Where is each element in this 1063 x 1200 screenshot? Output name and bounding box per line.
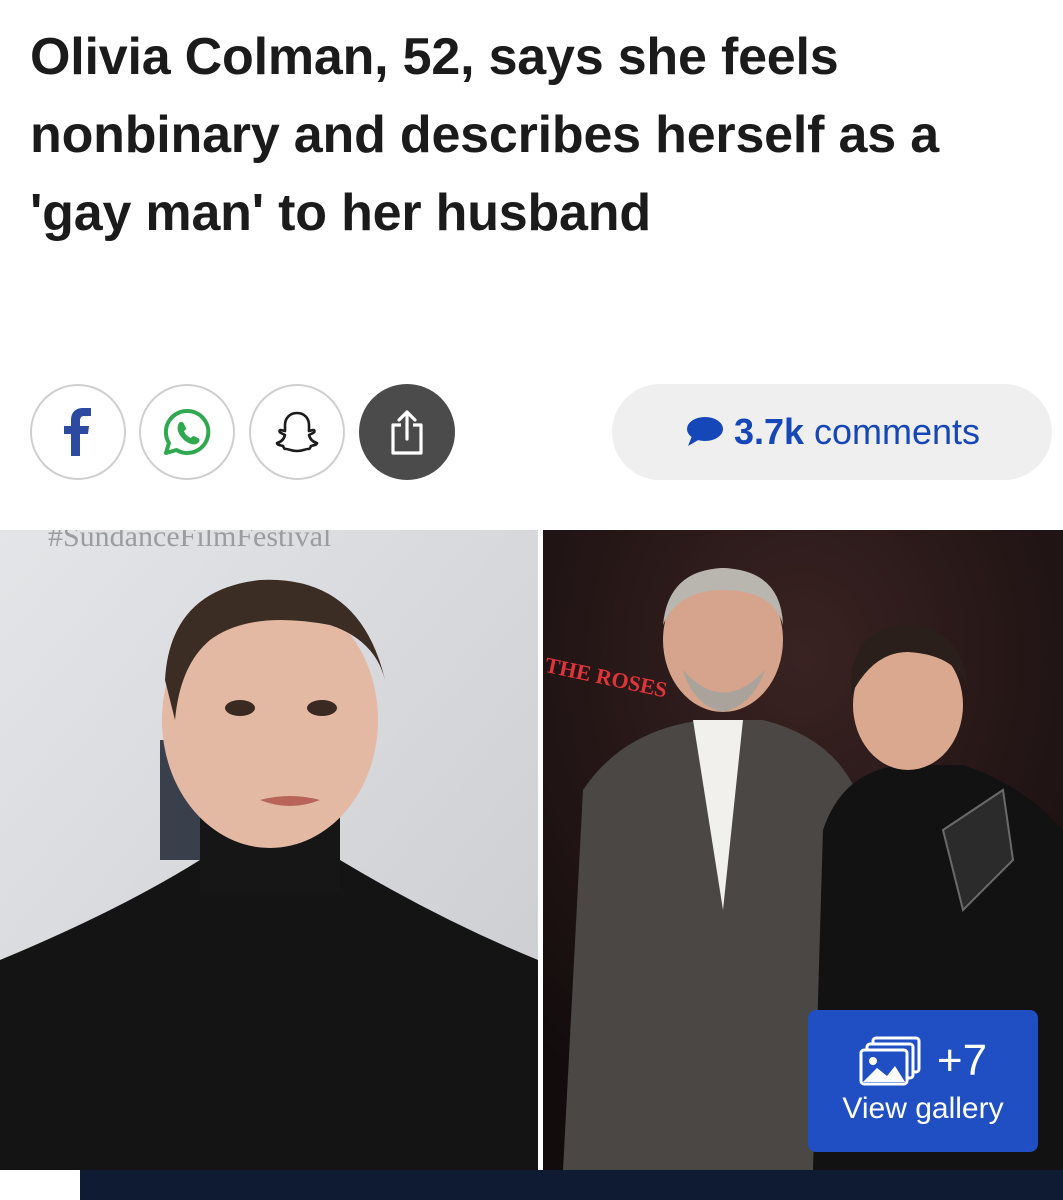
comments-count: 3.7k [733, 411, 805, 452]
photo-olivia-colman-portrait[interactable]: #SundanceFilmFestival [0, 530, 538, 1170]
whatsapp-icon [163, 408, 211, 455]
share-whatsapp-button[interactable] [139, 384, 235, 480]
article-headline: Olivia Colman, 52, says she feels nonbin… [30, 28, 939, 242]
facebook-icon [64, 408, 91, 456]
share-facebook-button[interactable] [30, 384, 126, 480]
share-snapchat-button[interactable] [249, 384, 345, 480]
comments-label: comments [814, 411, 981, 452]
gallery-label: View gallery [842, 1092, 1004, 1125]
comments-button[interactable]: 3.7k comments [612, 384, 1052, 480]
snapchat-icon [275, 411, 319, 453]
images-icon [859, 1036, 921, 1086]
gallery-count: +7 [936, 1036, 988, 1085]
speech-bubble-icon [686, 417, 723, 446]
photo-gallery: #SundanceFilmFestival THE ROSES +7 View … [0, 530, 1063, 1170]
next-content-strip [80, 1170, 1063, 1200]
share-more-button[interactable] [359, 384, 455, 480]
share-icon [391, 410, 423, 455]
backdrop-text: #SundanceFilmFestival [48, 530, 331, 553]
share-toolbar: 3.7k comments [30, 384, 1060, 480]
portrait-illustration: #SundanceFilmFestival [0, 530, 538, 1170]
view-gallery-button[interactable]: +7 View gallery [808, 1010, 1038, 1152]
